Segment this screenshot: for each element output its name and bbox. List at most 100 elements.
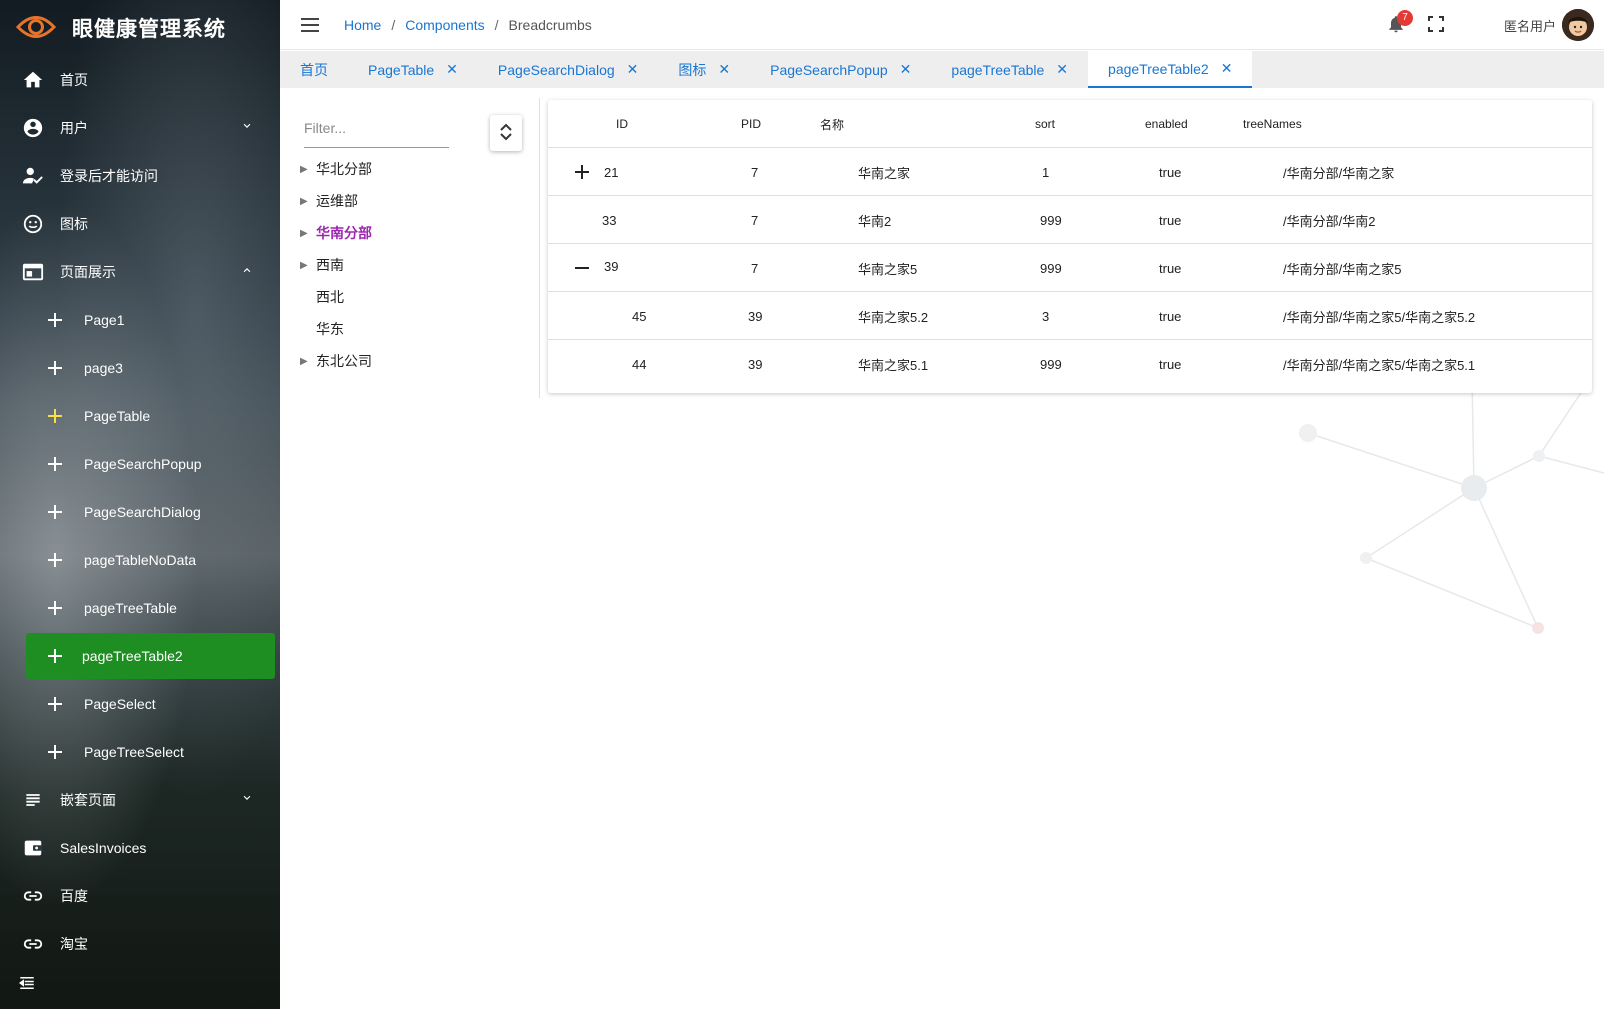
- breadcrumb-home[interactable]: Home: [344, 17, 381, 33]
- sidebar-item-pagetreetable[interactable]: pageTreeTable: [0, 584, 280, 632]
- tab-pagesearchpopup[interactable]: PageSearchPopup ✕: [750, 51, 931, 88]
- cell-id: 44: [632, 356, 647, 372]
- tree-node-selected[interactable]: ▶ 华南分部: [300, 217, 372, 249]
- close-icon[interactable]: ✕: [627, 61, 639, 78]
- sidebar-item-salesinvoices[interactable]: SalesInvoices: [0, 824, 280, 872]
- cell-pid: 39: [748, 308, 763, 324]
- breadcrumb-components[interactable]: Components: [405, 17, 484, 33]
- avatar[interactable]: [1562, 9, 1594, 41]
- caret-right-icon[interactable]: ▶: [300, 164, 316, 175]
- sidebar-item-pagesearchpopup[interactable]: PageSearchPopup: [0, 440, 280, 488]
- sidebar-item-taobao[interactable]: 淘宝: [0, 920, 280, 968]
- network-background-graphic: [1299, 378, 1604, 634]
- column-header-pid[interactable]: PID: [741, 100, 761, 148]
- tree-node[interactable]: ▶ 华北分部: [300, 153, 372, 185]
- expand-row-icon[interactable]: [570, 160, 594, 184]
- menu-icon[interactable]: [298, 13, 322, 37]
- collapse-row-icon[interactable]: [570, 256, 594, 280]
- cell-name: 华南2: [858, 213, 892, 229]
- tab-pagesearchdialog[interactable]: PageSearchDialog ✕: [478, 51, 658, 88]
- tab-pagetable[interactable]: PageTable ✕: [348, 51, 478, 88]
- cell-treenames: /华南分部/华南之家5: [1283, 261, 1402, 277]
- cell-sort: 999: [1040, 260, 1062, 276]
- collapse-sidebar-icon[interactable]: [18, 974, 36, 995]
- close-icon[interactable]: ✕: [1056, 61, 1068, 78]
- tree-filter-field: [304, 110, 449, 148]
- sidebar-item-label: 图标: [60, 216, 88, 232]
- sidebar-item-pagetablenodata[interactable]: pageTableNoData: [0, 536, 280, 584]
- sidebar-item-nested[interactable]: 嵌套页面: [0, 776, 280, 824]
- table-row[interactable]: 21 7 华南之家 1 true /华南分部/华南之家: [548, 148, 1592, 196]
- cell-id: 45: [632, 308, 647, 324]
- user-name[interactable]: 匿名用户: [1504, 16, 1556, 35]
- tab-label: PageSearchDialog: [497, 61, 615, 78]
- sidebar-item-label: pageTableNoData: [84, 552, 197, 568]
- sidebar-item-pageselect[interactable]: PageSelect: [0, 680, 280, 728]
- cell-enabled: true: [1159, 164, 1182, 180]
- tab-pagetreetable[interactable]: pageTreeTable ✕: [931, 51, 1088, 88]
- tab-home[interactable]: 首页: [280, 51, 348, 88]
- wallet-icon: [22, 837, 44, 859]
- close-icon[interactable]: ✕: [900, 61, 912, 78]
- sidebar-item-icons[interactable]: 图标: [0, 200, 280, 248]
- breadcrumb: Home / Components / Breadcrumbs: [344, 17, 592, 33]
- expand-collapse-button[interactable]: [490, 115, 522, 151]
- column-header-sort[interactable]: sort: [1035, 100, 1055, 148]
- table-row[interactable]: 45 39 华南之家5.2 3 true /华南分部/华南之家5/华南之家5.2: [548, 292, 1592, 340]
- tree-node[interactable]: 西北: [300, 281, 372, 313]
- caret-right-icon[interactable]: ▶: [300, 356, 316, 367]
- sidebar-item-login-required[interactable]: 登录后才能访问: [0, 152, 280, 200]
- tab-label: pageTreeTable: [951, 61, 1045, 78]
- cell-name: 华南之家5.2: [858, 309, 929, 325]
- close-icon[interactable]: ✕: [1221, 60, 1233, 77]
- tab-icons[interactable]: 图标 ✕: [658, 51, 750, 88]
- plus-icon: [44, 309, 66, 331]
- sidebar-item-page1[interactable]: Page1: [0, 296, 280, 344]
- tree-node[interactable]: ▶ 运维部: [300, 185, 372, 217]
- sidebar-item-pages[interactable]: 页面展示: [0, 248, 280, 296]
- sidebar-item-pagetreetable2[interactable]: pageTreeTable2: [26, 633, 275, 679]
- sidebar-item-pagetable[interactable]: PageTable: [0, 392, 280, 440]
- column-header-name[interactable]: 名称: [820, 100, 844, 148]
- close-icon[interactable]: ✕: [446, 61, 458, 78]
- column-header-enabled[interactable]: enabled: [1145, 100, 1188, 148]
- sidebar-item-pagetreeselect[interactable]: PageTreeSelect: [0, 728, 280, 776]
- sidebar-item-pagesearchdialog[interactable]: PageSearchDialog: [0, 488, 280, 536]
- sidebar-item-label: page3: [84, 360, 123, 376]
- column-header-id[interactable]: ID: [616, 100, 628, 148]
- table-row[interactable]: 33 7 华南2 999 true /华南分部/华南2: [548, 196, 1592, 244]
- theme-toggle-button[interactable]: [1456, 5, 1496, 45]
- sidebar-item-label: PageTreeSelect: [84, 744, 184, 760]
- close-icon[interactable]: ✕: [718, 61, 730, 78]
- sidebar-item-label: 淘宝: [60, 936, 88, 952]
- cell-name: 华南之家: [858, 165, 911, 181]
- plus-icon: [44, 549, 66, 571]
- sidebar-item-page3[interactable]: page3: [0, 344, 280, 392]
- sidebar-item-users[interactable]: 用户: [0, 104, 280, 152]
- caret-right-icon[interactable]: ▶: [300, 228, 316, 239]
- sidebar-item-home[interactable]: 首页: [0, 56, 280, 104]
- cell-pid: 7: [751, 212, 759, 228]
- tab-label: PageTable: [368, 61, 435, 78]
- sidebar-item-baidu[interactable]: 百度: [0, 872, 280, 920]
- table-row[interactable]: 39 7 华南之家5 999 true /华南分部/华南之家5: [548, 244, 1592, 292]
- column-header-treenames[interactable]: treeNames: [1243, 100, 1302, 148]
- tree-node[interactable]: 华东: [300, 313, 372, 345]
- plus-icon: [44, 693, 66, 715]
- brand: 眼健康管理系统: [0, 0, 280, 56]
- caret-right-icon[interactable]: ▶: [300, 196, 316, 207]
- cell-enabled: true: [1159, 212, 1182, 228]
- cell-enabled: true: [1159, 356, 1182, 372]
- cell-id: 33: [602, 212, 617, 228]
- fullscreen-button[interactable]: [1416, 5, 1456, 45]
- tree-filter-input[interactable]: [304, 110, 449, 146]
- tree-node-label: 运维部: [316, 193, 358, 209]
- table-row[interactable]: 44 39 华南之家5.1 999 true /华南分部/华南之家5/华南之家5…: [548, 340, 1592, 388]
- tree-node[interactable]: ▶ 西南: [300, 249, 372, 281]
- tab-pagetreetable2[interactable]: pageTreeTable2 ✕: [1088, 51, 1253, 88]
- tab-label: 图标: [678, 61, 707, 78]
- tree-node[interactable]: ▶ 东北公司: [300, 345, 372, 377]
- caret-right-icon[interactable]: ▶: [300, 260, 316, 271]
- breadcrumb-separator: /: [391, 16, 396, 33]
- notifications-button[interactable]: 7: [1376, 5, 1416, 45]
